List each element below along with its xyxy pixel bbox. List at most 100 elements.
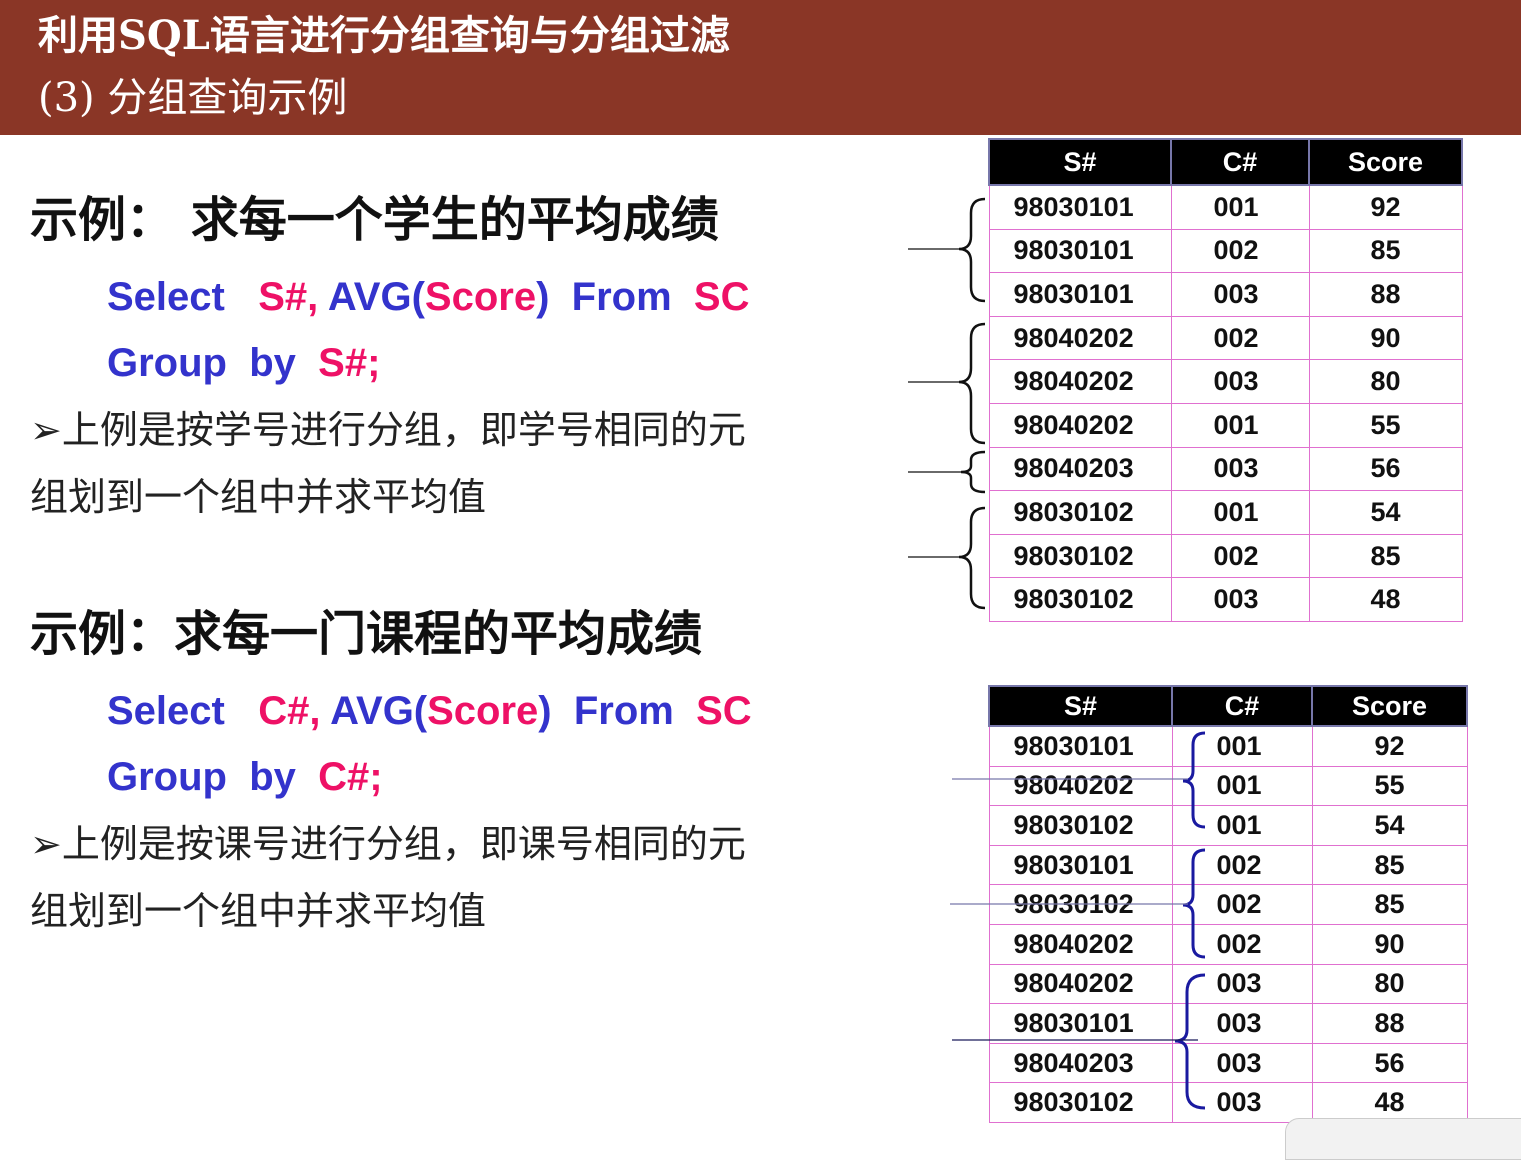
table-row: 98040202 001 55 (988, 765, 1468, 807)
cell-sid: 98030102 (988, 805, 1173, 846)
cell-sid: 98040202 (988, 963, 1173, 1005)
cell-sid: 98040203 (988, 1042, 1173, 1084)
cell-cid: 001 (1170, 184, 1310, 230)
slide-title: 利用SQL语言进行分组查询与分组过滤 (38, 12, 730, 59)
brace-group-98030102 (958, 506, 986, 610)
sql-keyword-by: by (249, 755, 296, 799)
cell-sid: 98030102 (988, 490, 1172, 535)
table-row: 98030102 002 85 (988, 533, 1463, 579)
table-row: 98040202 001 55 (988, 402, 1463, 448)
table-row: 98030101 001 92 (988, 725, 1468, 767)
example2-sql-line1: Select C#, AVG(Score) From SC (107, 686, 752, 736)
cell-score: 92 (1308, 184, 1463, 230)
cell-score: 90 (1311, 923, 1468, 965)
sc-table-by-student: S# C# Score 98030101 001 92 98030101 002 85 … (988, 138, 1463, 622)
sql-keyword-select: Select (107, 275, 225, 319)
cell-score: 54 (1308, 490, 1463, 535)
sql-column: C#, (258, 689, 321, 733)
example2-explanation-line1: ➢上例是按课号进行分组，即课号相同的元 (30, 822, 746, 866)
sql-keyword-by: by (249, 341, 296, 385)
sc-table-by-course: S# C# Score 98030101 001 92 98040202 001 55 … (988, 685, 1468, 1123)
example1-explanation-line1: ➢上例是按学号进行分组，即学号相同的元 (30, 408, 746, 452)
cell-score: 90 (1308, 315, 1463, 361)
cell-score: 80 (1308, 359, 1463, 404)
cell-sid: 98040202 (988, 923, 1173, 965)
cell-score: 85 (1308, 228, 1463, 274)
cell-sid: 98030101 (988, 1003, 1173, 1044)
cell-cid: 003 (1170, 577, 1310, 622)
sql-column: S#, (258, 275, 319, 319)
cell-score: 56 (1311, 1042, 1468, 1084)
cell-sid: 98030101 (988, 184, 1172, 230)
column-header-sid: S# (988, 138, 1172, 186)
sql-function-avg: AVG( (327, 275, 425, 319)
table-row: 98030101 002 85 (988, 844, 1468, 886)
table-row: 98030101 003 88 (988, 1003, 1468, 1044)
cell-sid: 98040202 (988, 315, 1172, 361)
cell-cid: 003 (1170, 272, 1310, 317)
table-row: 98040202 003 80 (988, 359, 1463, 404)
student-group-braces (908, 197, 986, 610)
cell-cid: 002 (1171, 923, 1313, 965)
sql-paren: ) (536, 275, 550, 319)
brace-group-98040202 (958, 322, 986, 445)
sql-column-score: Score (427, 689, 539, 733)
table-row: 98030101 003 88 (988, 272, 1463, 317)
sql-group-column: C#; (318, 755, 383, 799)
cell-cid: 002 (1171, 844, 1313, 886)
example2-sql-line2: Group by C#; (107, 752, 383, 802)
table-header-row: S# C# Score (988, 138, 1463, 186)
sql-keyword-from: From (573, 689, 674, 733)
sql-group-column: S#; (318, 341, 381, 385)
column-header-cid: C# (1170, 138, 1310, 186)
sql-keyword-select: Select (107, 689, 225, 733)
cell-sid: 98030102 (988, 533, 1172, 579)
cell-sid: 98030101 (988, 272, 1172, 317)
example2-explanation-line2: 组划到一个组中并求平均值 (30, 889, 487, 933)
cell-sid: 98030101 (988, 725, 1173, 767)
example1-heading: 示例： 求每一个学生的平均成绩 (30, 192, 719, 248)
cell-score: 85 (1311, 844, 1468, 886)
sql-table: SC (693, 275, 750, 319)
sql-function-avg: AVG( (330, 689, 428, 733)
cell-cid: 002 (1170, 228, 1310, 274)
cell-sid: 98030101 (988, 228, 1172, 274)
table-row: 98040202 002 90 (988, 315, 1463, 361)
example2-heading: 示例：求每一门课程的平均成绩 (30, 606, 703, 662)
cell-cid: 003 (1171, 1003, 1313, 1044)
cell-score: 54 (1311, 805, 1468, 846)
table-row: 98030102 003 48 (988, 1082, 1468, 1123)
brace-group-98030101 (958, 197, 986, 303)
cell-cid: 001 (1171, 725, 1313, 767)
title-bar: 利用SQL语言进行分组查询与分组过滤 (3) 分组查询示例 (0, 0, 1521, 135)
sql-column-score: Score (424, 275, 537, 319)
cell-cid: 001 (1170, 490, 1310, 535)
table-row: 98040202 002 90 (988, 923, 1468, 965)
table-header-row: S# C# Score (988, 685, 1468, 727)
cell-sid: 98030102 (988, 884, 1173, 925)
cell-cid: 001 (1171, 805, 1313, 846)
cell-score: 85 (1308, 533, 1463, 579)
sql-keyword-group: Group (107, 755, 227, 799)
cell-sid: 98030101 (988, 844, 1173, 886)
example1-sql-line1: Select S#, AVG(Score) From SC (107, 272, 749, 322)
brace-group-98040203 (960, 450, 986, 494)
example1-sql-line2: Group by S#; (107, 338, 380, 388)
table-row: 98040203 003 56 (988, 446, 1463, 492)
cell-sid: 98040202 (988, 402, 1172, 448)
cell-cid: 002 (1170, 533, 1310, 579)
sql-keyword-from: From (571, 275, 672, 319)
table-row: 98030102 003 48 (988, 577, 1463, 622)
slide-subtitle: (3) 分组查询示例 (38, 75, 348, 121)
sql-keyword-group: Group (107, 341, 227, 385)
cell-score: 80 (1311, 963, 1468, 1005)
cell-score: 48 (1308, 577, 1463, 622)
cell-cid: 003 (1171, 963, 1313, 1005)
cell-sid: 98030102 (988, 1082, 1173, 1123)
cell-score: 55 (1311, 765, 1468, 807)
table-row: 98030102 001 54 (988, 490, 1463, 535)
cell-score: 56 (1308, 446, 1463, 492)
column-header-score: Score (1311, 685, 1468, 727)
cell-cid: 003 (1170, 359, 1310, 404)
table-row: 98030102 002 85 (988, 884, 1468, 925)
